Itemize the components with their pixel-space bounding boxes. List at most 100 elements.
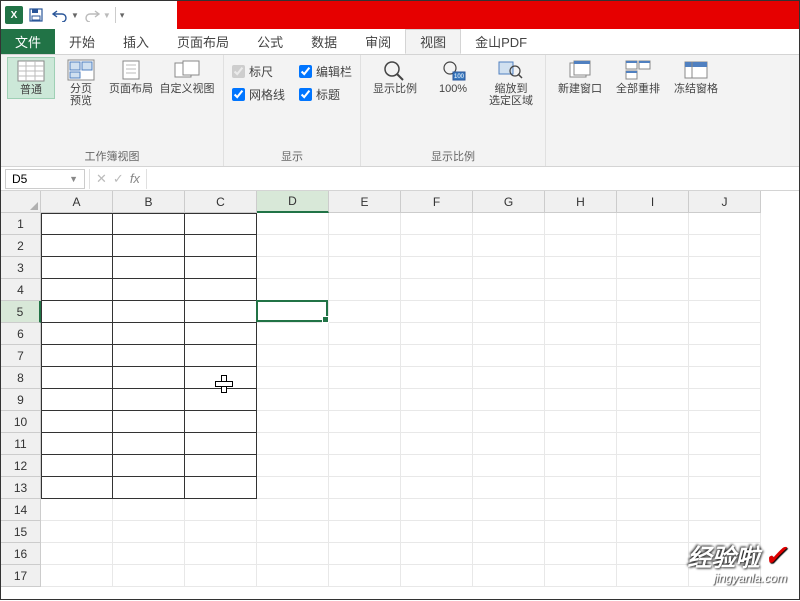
cell[interactable] bbox=[113, 499, 185, 521]
col-header-C[interactable]: C bbox=[185, 191, 257, 213]
cell[interactable] bbox=[545, 235, 617, 257]
arrange-all-button[interactable]: 全部重排 bbox=[610, 57, 666, 97]
cell[interactable] bbox=[113, 213, 185, 235]
tab-data[interactable]: 数据 bbox=[297, 29, 351, 54]
cell[interactable] bbox=[689, 411, 761, 433]
cell[interactable] bbox=[617, 477, 689, 499]
cell[interactable] bbox=[401, 367, 473, 389]
cell[interactable] bbox=[689, 455, 761, 477]
cell[interactable] bbox=[113, 521, 185, 543]
cell[interactable] bbox=[689, 301, 761, 323]
cell[interactable] bbox=[617, 499, 689, 521]
cell[interactable] bbox=[185, 257, 257, 279]
row-header-11[interactable]: 11 bbox=[1, 433, 41, 455]
cell[interactable] bbox=[617, 433, 689, 455]
cell[interactable] bbox=[689, 213, 761, 235]
cell[interactable] bbox=[545, 499, 617, 521]
cell[interactable] bbox=[473, 257, 545, 279]
cell[interactable] bbox=[41, 411, 113, 433]
cell[interactable] bbox=[41, 521, 113, 543]
cell[interactable] bbox=[545, 477, 617, 499]
tab-file[interactable]: 文件 bbox=[1, 29, 55, 54]
cell[interactable] bbox=[257, 477, 329, 499]
cell[interactable] bbox=[617, 257, 689, 279]
cell[interactable] bbox=[545, 213, 617, 235]
normal-view-button[interactable]: 普通 bbox=[7, 57, 55, 99]
row-header-7[interactable]: 7 bbox=[1, 345, 41, 367]
cell[interactable] bbox=[185, 301, 257, 323]
row-header-9[interactable]: 9 bbox=[1, 389, 41, 411]
cell[interactable] bbox=[257, 367, 329, 389]
tab-formulas[interactable]: 公式 bbox=[243, 29, 297, 54]
new-window-button[interactable]: 新建窗口 bbox=[552, 57, 608, 97]
cell[interactable] bbox=[113, 301, 185, 323]
cell[interactable] bbox=[113, 345, 185, 367]
cell[interactable] bbox=[617, 367, 689, 389]
cell[interactable] bbox=[545, 543, 617, 565]
cell[interactable] bbox=[41, 301, 113, 323]
row-header-14[interactable]: 14 bbox=[1, 499, 41, 521]
cell[interactable] bbox=[329, 323, 401, 345]
row-header-4[interactable]: 4 bbox=[1, 279, 41, 301]
cell[interactable] bbox=[185, 565, 257, 587]
cell[interactable] bbox=[545, 323, 617, 345]
cell[interactable] bbox=[401, 565, 473, 587]
cell[interactable] bbox=[113, 455, 185, 477]
cell[interactable] bbox=[41, 213, 113, 235]
cell[interactable] bbox=[545, 433, 617, 455]
cell[interactable] bbox=[257, 455, 329, 477]
cell-grid[interactable] bbox=[41, 213, 761, 587]
row-header-16[interactable]: 16 bbox=[1, 543, 41, 565]
cell[interactable] bbox=[257, 433, 329, 455]
cell[interactable] bbox=[41, 477, 113, 499]
cell[interactable] bbox=[329, 389, 401, 411]
cell[interactable] bbox=[185, 213, 257, 235]
cell[interactable] bbox=[473, 213, 545, 235]
cell[interactable] bbox=[473, 565, 545, 587]
cell[interactable] bbox=[545, 521, 617, 543]
cell[interactable] bbox=[401, 213, 473, 235]
row-header-10[interactable]: 10 bbox=[1, 411, 41, 433]
cell[interactable] bbox=[41, 323, 113, 345]
row-header-12[interactable]: 12 bbox=[1, 455, 41, 477]
col-header-J[interactable]: J bbox=[689, 191, 761, 213]
cell[interactable] bbox=[401, 499, 473, 521]
cell[interactable] bbox=[401, 389, 473, 411]
cell[interactable] bbox=[617, 565, 689, 587]
cell[interactable] bbox=[689, 433, 761, 455]
col-header-H[interactable]: H bbox=[545, 191, 617, 213]
tab-layout[interactable]: 页面布局 bbox=[163, 29, 243, 54]
cell[interactable] bbox=[473, 301, 545, 323]
cell[interactable] bbox=[401, 301, 473, 323]
cell[interactable] bbox=[41, 345, 113, 367]
tab-view[interactable]: 视图 bbox=[405, 29, 461, 54]
cell[interactable] bbox=[257, 345, 329, 367]
cell[interactable] bbox=[401, 521, 473, 543]
formula-bar-check-input[interactable] bbox=[299, 65, 312, 78]
cell[interactable] bbox=[401, 543, 473, 565]
cell[interactable] bbox=[617, 521, 689, 543]
cell[interactable] bbox=[329, 521, 401, 543]
formula-bar-checkbox[interactable]: 编辑栏 bbox=[299, 63, 352, 80]
cell[interactable] bbox=[257, 499, 329, 521]
cell[interactable] bbox=[113, 543, 185, 565]
cell[interactable] bbox=[473, 433, 545, 455]
cell[interactable] bbox=[617, 279, 689, 301]
cell[interactable] bbox=[617, 235, 689, 257]
cell[interactable] bbox=[329, 433, 401, 455]
cell[interactable] bbox=[617, 411, 689, 433]
row-header-3[interactable]: 3 bbox=[1, 257, 41, 279]
cell[interactable] bbox=[41, 565, 113, 587]
cell[interactable] bbox=[329, 213, 401, 235]
cell[interactable] bbox=[329, 499, 401, 521]
cell[interactable] bbox=[329, 543, 401, 565]
zoom-selection-button[interactable]: 缩放到 选定区域 bbox=[483, 57, 539, 109]
cell[interactable] bbox=[41, 367, 113, 389]
cell[interactable] bbox=[257, 411, 329, 433]
cell[interactable] bbox=[185, 455, 257, 477]
cell[interactable] bbox=[545, 389, 617, 411]
cell[interactable] bbox=[113, 565, 185, 587]
custom-views-button[interactable]: 自定义视图 bbox=[157, 57, 217, 97]
cell[interactable] bbox=[473, 235, 545, 257]
cell[interactable] bbox=[401, 455, 473, 477]
